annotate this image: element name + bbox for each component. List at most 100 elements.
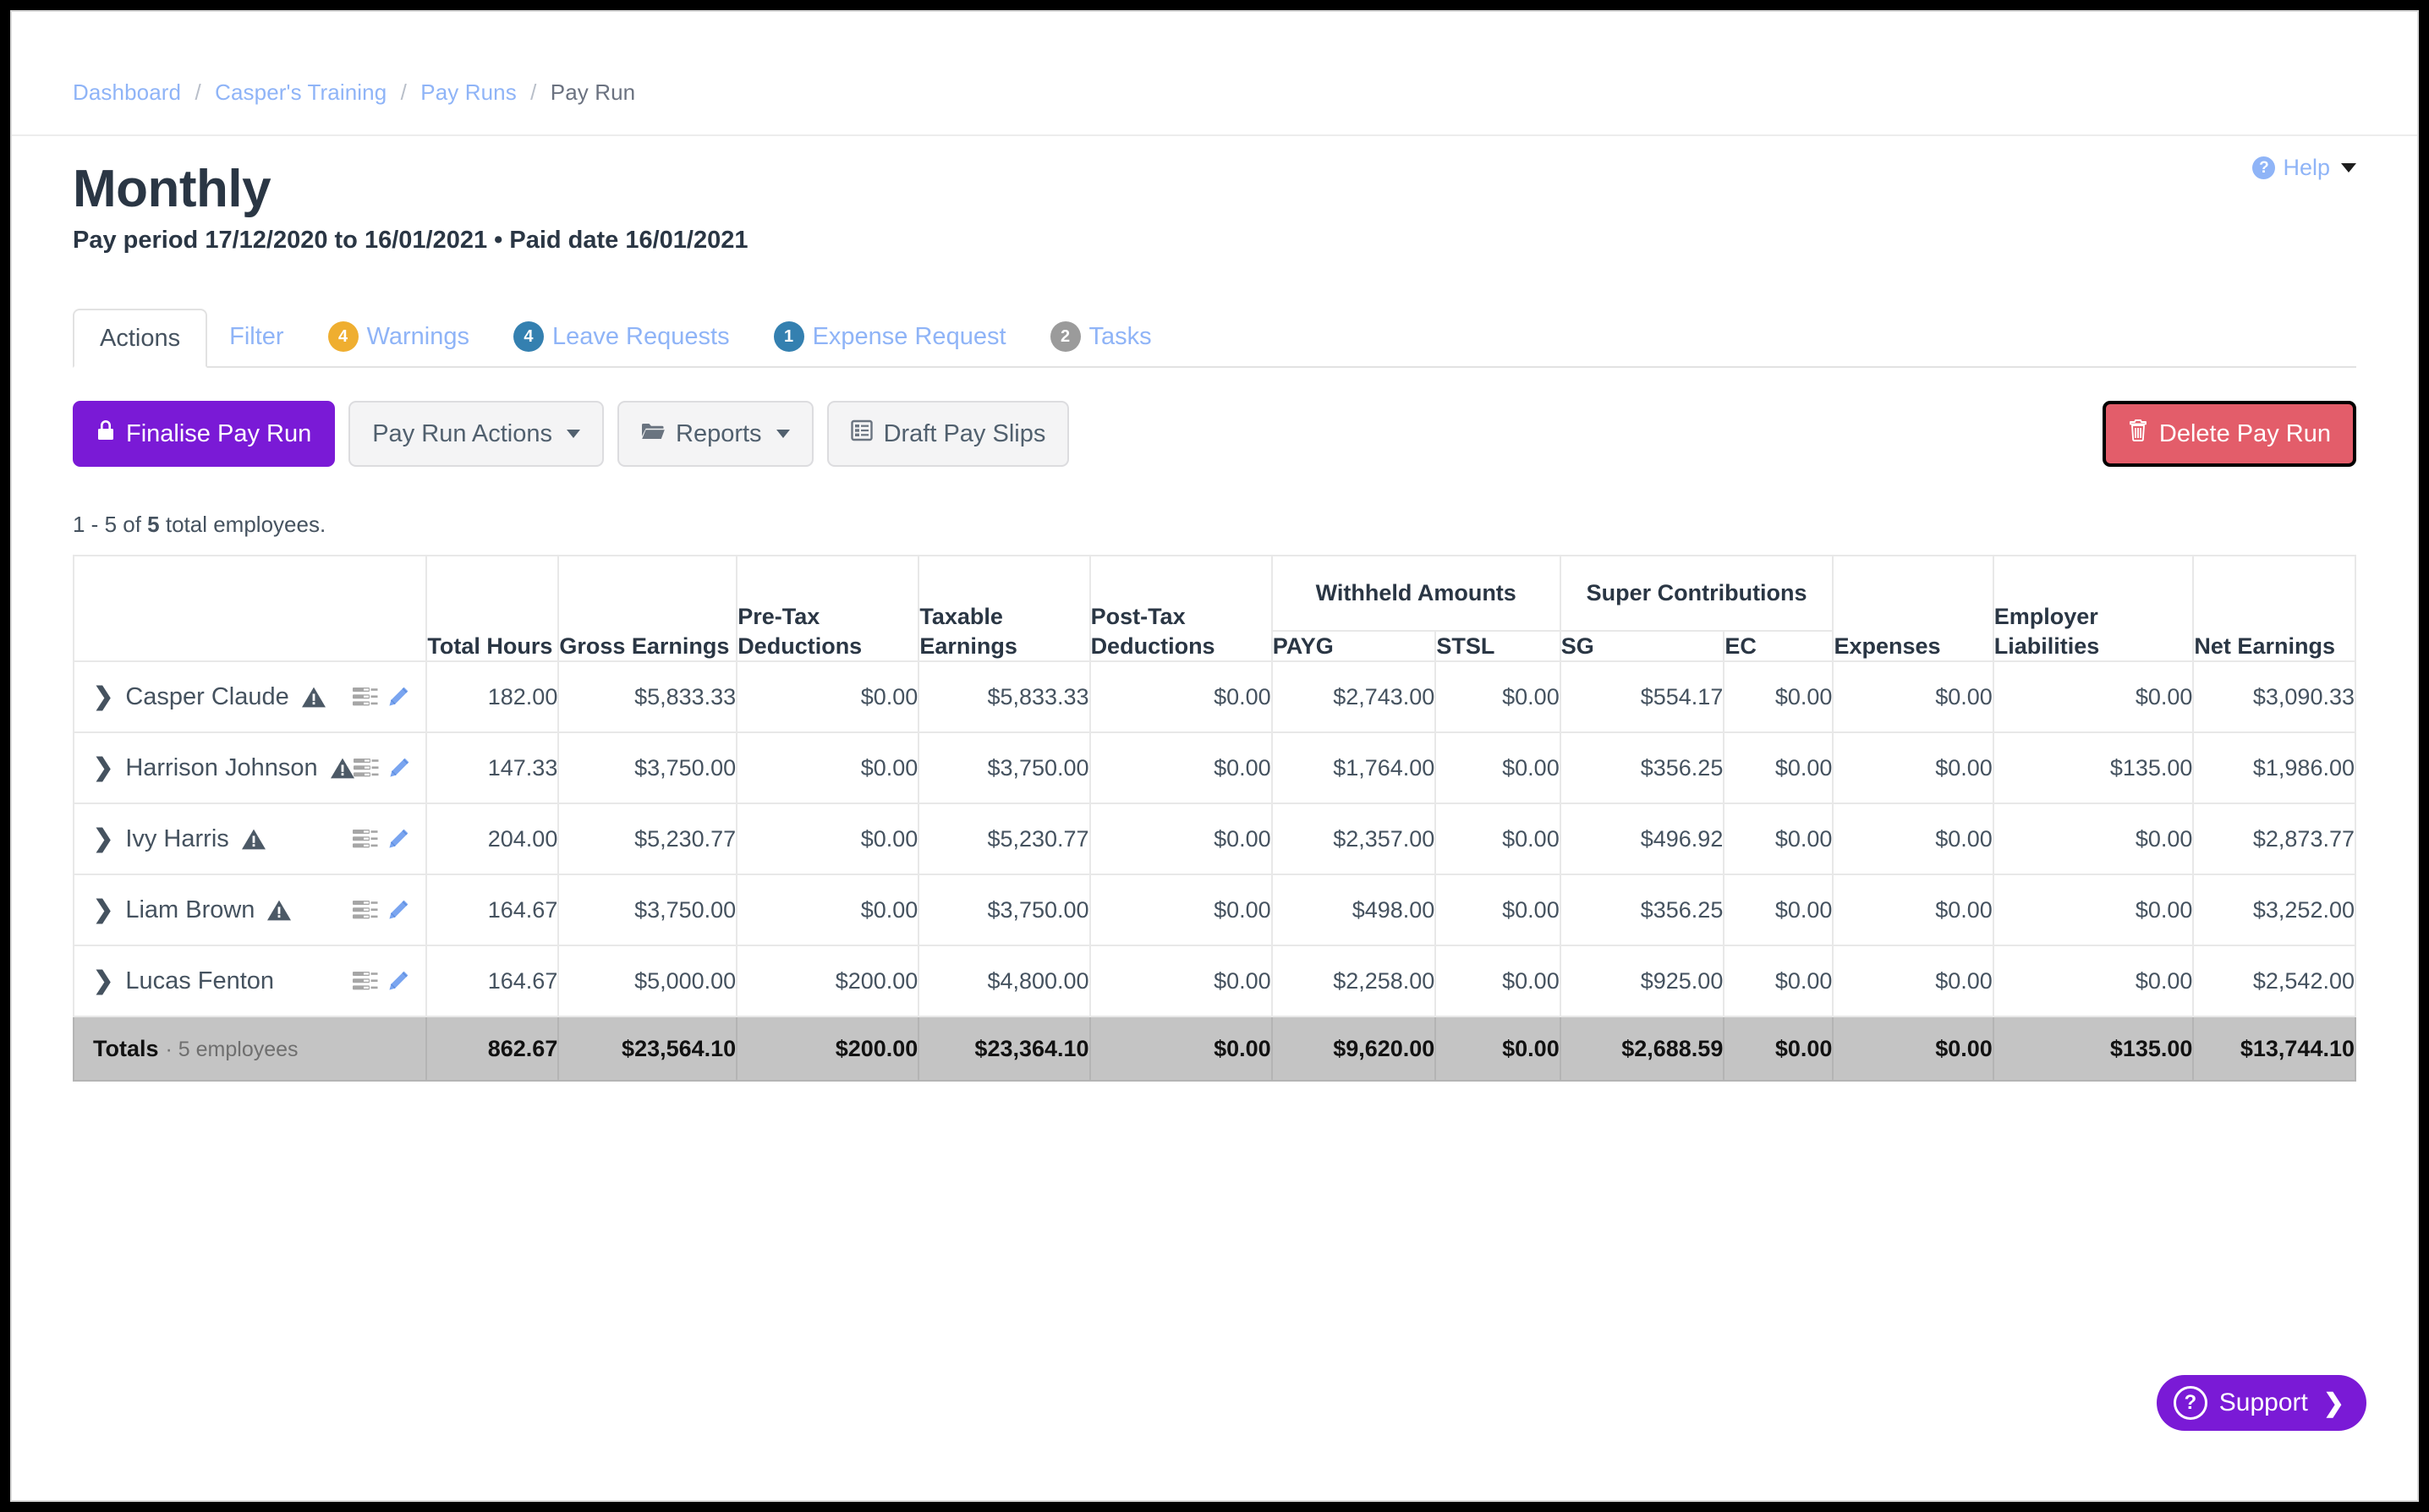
cell-sg: $356.25	[1560, 874, 1724, 945]
col-net-earnings: Net Earnings	[2193, 556, 2355, 661]
cell-stsl: $0.00	[1435, 732, 1560, 803]
cell-net-earnings: $2,873.77	[2193, 803, 2355, 874]
employee-cell: ❯ Harrison Johnson	[74, 732, 426, 803]
help-menu[interactable]: ? Help	[2252, 155, 2356, 181]
action-toolbar: Finalise Pay Run Pay Run Actions Reports…	[73, 398, 2356, 469]
tab-filter[interactable]: Filter	[207, 307, 305, 366]
tab-label: Filter	[229, 323, 283, 351]
employee-name: Ivy Harris	[125, 825, 228, 853]
edit-pencil-icon[interactable]	[387, 969, 410, 993]
expand-row-icon[interactable]: ❯	[93, 756, 113, 781]
edit-pencil-icon[interactable]	[387, 756, 411, 780]
totals-total-hours: 862.67	[426, 1016, 558, 1081]
pay-slip-notes-icon[interactable]	[353, 686, 378, 708]
cell-expenses: $0.00	[1833, 661, 1993, 732]
tab-expense-request[interactable]: 1 Expense Request	[752, 307, 1028, 366]
pay-run-actions-dropdown[interactable]: Pay Run Actions	[348, 401, 604, 467]
expand-row-icon[interactable]: ❯	[93, 898, 113, 923]
cell-payg: $498.00	[1272, 874, 1436, 945]
pay-slip-notes-icon[interactable]	[353, 828, 378, 850]
cell-ec: $0.00	[1724, 803, 1833, 874]
tab-label: Expense Request	[813, 323, 1006, 351]
tab-warnings[interactable]: 4 Warnings	[306, 307, 491, 366]
cell-stsl: $0.00	[1435, 803, 1560, 874]
pay-slip-notes-icon[interactable]	[353, 970, 378, 992]
help-label: Help	[2283, 155, 2330, 181]
cell-total-hours: 164.67	[426, 874, 558, 945]
col-ec: EC	[1724, 631, 1833, 662]
cell-taxable-earnings: $3,750.00	[918, 732, 1089, 803]
tab-leave-requests[interactable]: 4 Leave Requests	[491, 307, 752, 366]
warning-icon	[266, 899, 290, 921]
totals-employer-liabilities: $135.00	[1993, 1016, 2194, 1081]
cell-expenses: $0.00	[1833, 874, 1993, 945]
delete-pay-run-button[interactable]: Delete Pay Run	[2103, 401, 2356, 467]
count-prefix: 1 - 5 of	[73, 512, 147, 537]
cell-net-earnings: $3,090.33	[2193, 661, 2355, 732]
table-head: Total Hours Gross Earnings Pre-Tax Deduc…	[74, 556, 2355, 661]
finalise-pay-run-button[interactable]: Finalise Pay Run	[73, 401, 335, 467]
edit-pencil-icon[interactable]	[387, 827, 410, 851]
pay-slip-notes-icon[interactable]	[353, 899, 378, 921]
tab-bar: Actions Filter 4 Warnings 4 Leave Reques…	[73, 307, 2356, 368]
breadcrumb-item-dashboard[interactable]: Dashboard	[73, 79, 181, 105]
cell-pre-tax-deductions: $0.00	[737, 874, 918, 945]
edit-pencil-icon[interactable]	[387, 898, 410, 922]
pay-run-actions-label: Pay Run Actions	[372, 420, 552, 448]
breadcrumb-item-pay-runs[interactable]: Pay Runs	[420, 79, 517, 105]
col-sg: SG	[1560, 631, 1724, 662]
trash-icon	[2128, 419, 2148, 449]
employee-name: Harrison Johnson	[125, 754, 317, 782]
cell-total-hours: 182.00	[426, 661, 558, 732]
employee-count: 1 - 5 of 5 total employees.	[73, 512, 2356, 538]
pay-slip-notes-icon[interactable]	[354, 757, 379, 779]
cell-post-tax-deductions: $0.00	[1090, 732, 1272, 803]
totals-payg: $9,620.00	[1272, 1016, 1436, 1081]
cell-net-earnings: $1,986.00	[2193, 732, 2355, 803]
reports-dropdown[interactable]: Reports	[617, 401, 814, 467]
folder-icon	[641, 420, 665, 448]
expand-row-icon[interactable]: ❯	[93, 969, 113, 994]
question-circle-icon: ?	[2252, 156, 2275, 179]
cell-gross-earnings: $3,750.00	[558, 874, 737, 945]
cell-post-tax-deductions: $0.00	[1090, 945, 1272, 1016]
totals-expenses: $0.00	[1833, 1016, 1993, 1081]
count-suffix: total employees.	[160, 512, 326, 537]
expand-row-icon[interactable]: ❯	[93, 827, 113, 852]
cell-net-earnings: $3,252.00	[2193, 874, 2355, 945]
totals-stsl: $0.00	[1435, 1016, 1560, 1081]
expand-row-icon[interactable]: ❯	[93, 685, 113, 709]
cell-stsl: $0.00	[1435, 945, 1560, 1016]
col-pre-tax-deductions: Pre-Tax Deductions	[737, 556, 918, 661]
pay-run-table: Total Hours Gross Earnings Pre-Tax Deduc…	[73, 555, 2356, 1082]
employee-name: Lucas Fenton	[125, 967, 274, 995]
col-stsl: STSL	[1435, 631, 1560, 662]
cell-payg: $2,743.00	[1272, 661, 1436, 732]
cell-sg: $356.25	[1560, 732, 1724, 803]
draft-pay-slips-label: Draft Pay Slips	[884, 420, 1046, 448]
tab-label: Warnings	[367, 323, 469, 351]
cell-post-tax-deductions: $0.00	[1090, 661, 1272, 732]
cell-payg: $2,258.00	[1272, 945, 1436, 1016]
edit-pencil-icon[interactable]	[387, 685, 410, 709]
breadcrumb-separator: /	[195, 79, 200, 105]
tab-tasks[interactable]: 2 Tasks	[1028, 307, 1174, 366]
draft-pay-slips-button[interactable]: Draft Pay Slips	[827, 401, 1070, 467]
support-button[interactable]: ? Support ❯	[2157, 1375, 2366, 1431]
cell-taxable-earnings: $5,230.77	[918, 803, 1089, 874]
tab-actions[interactable]: Actions	[73, 309, 207, 368]
tasks-count-badge: 2	[1050, 321, 1081, 352]
cell-stsl: $0.00	[1435, 874, 1560, 945]
table-row: ❯Liam Brown164.67$3,750.00$0.00$3,750.00…	[74, 874, 2355, 945]
cell-employer-liabilities: $135.00	[1993, 732, 2194, 803]
cell-gross-earnings: $5,833.33	[558, 661, 737, 732]
cell-employer-liabilities: $0.00	[1993, 874, 2194, 945]
warnings-count-badge: 4	[328, 321, 359, 352]
cell-expenses: $0.00	[1833, 945, 1993, 1016]
cell-taxable-earnings: $5,833.33	[918, 661, 1089, 732]
employee-cell: ❯Casper Claude	[74, 661, 426, 732]
col-post-tax-deductions: Post-Tax Deductions	[1090, 556, 1272, 661]
breadcrumb-item-caspers-training[interactable]: Casper's Training	[215, 79, 387, 105]
cell-employer-liabilities: $0.00	[1993, 945, 2194, 1016]
question-circle-icon: ?	[2174, 1386, 2207, 1420]
